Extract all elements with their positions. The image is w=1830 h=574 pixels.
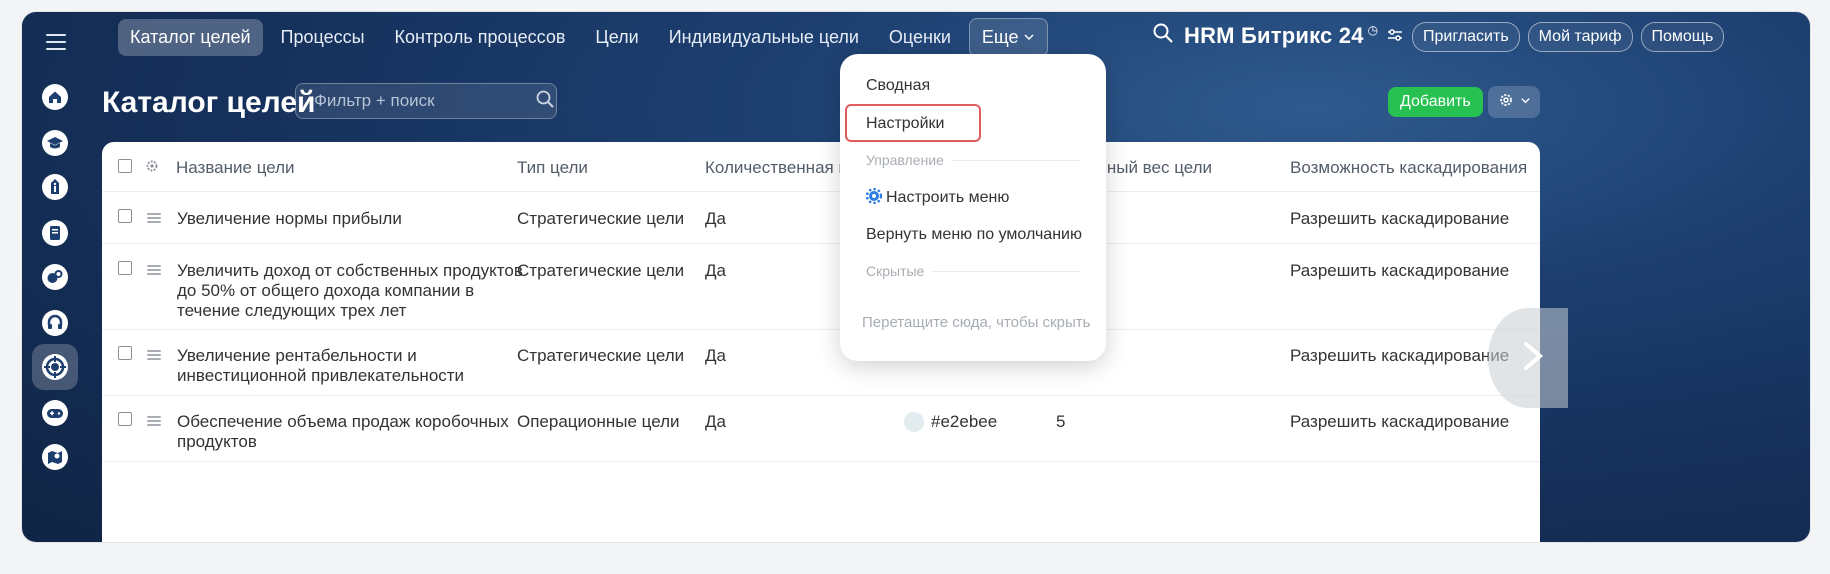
goal-quantitative: Да — [705, 346, 726, 365]
drag-handle-icon[interactable] — [147, 350, 161, 360]
sliders-icon[interactable] — [1386, 26, 1404, 49]
search-icon[interactable] — [1152, 22, 1174, 49]
tab-processes[interactable]: Процессы — [269, 19, 377, 56]
search-icon[interactable] — [535, 89, 555, 114]
top-actions: Пригласить Мой тариф Помощь — [1386, 22, 1725, 52]
goal-cascading: Разрешить каскадирование — [1290, 209, 1510, 228]
more-menu-label: Еще — [981, 26, 1019, 47]
row-checkbox[interactable] — [118, 261, 132, 275]
chevron-down-icon — [1023, 27, 1035, 48]
tab-goals[interactable]: Цели — [583, 19, 650, 56]
more-dropdown-menu: Сводная Настройки Управление Настроить м… — [840, 54, 1106, 361]
more-menu-button[interactable]: Еще — [968, 17, 1048, 57]
select-all-checkbox[interactable] — [118, 159, 132, 173]
goal-type: Стратегические цели — [517, 209, 685, 228]
drag-handle-icon[interactable] — [147, 265, 161, 275]
brand-logo[interactable]: HRM Битрикс 24 — [1184, 23, 1364, 49]
filter-search-box[interactable] — [295, 83, 557, 119]
menu-item-configure-menu[interactable]: Настроить меню — [865, 187, 1009, 207]
support-icon[interactable] — [32, 300, 78, 346]
goals-table: Название цели Тип цели Количественная це… — [102, 142, 1540, 542]
help-button[interactable]: Помощь — [1640, 22, 1725, 52]
row-checkbox[interactable] — [118, 209, 132, 223]
goal-cascading: Разрешить каскадирование — [1290, 261, 1510, 280]
filter-search-input[interactable] — [314, 91, 535, 111]
my-tariff-button[interactable]: Мой тариф — [1527, 22, 1633, 52]
add-button[interactable]: Добавить — [1388, 87, 1483, 117]
gear-icon — [865, 187, 886, 206]
goal-color: #e2ebee — [931, 412, 998, 431]
page-title: Каталог целей — [102, 86, 316, 119]
column-header-type[interactable]: Тип цели — [517, 158, 588, 178]
goals-icon[interactable] — [32, 344, 78, 390]
brand-area: HRM Битрикс 24 ◷ — [1152, 22, 1378, 49]
goal-cascading: Разрешить каскадирование — [1290, 346, 1510, 365]
chevron-right-icon — [1510, 341, 1546, 376]
menu-item-summary[interactable]: Сводная — [866, 77, 930, 95]
gear-icon — [1498, 92, 1514, 113]
tab-individual-goals[interactable]: Индивидуальные цели — [657, 19, 871, 56]
goal-quantitative: Да — [705, 261, 726, 280]
goal-quantitative: Да — [705, 412, 726, 431]
home-icon[interactable] — [32, 74, 78, 120]
goal-type: Стратегические цели — [517, 346, 685, 365]
goal-color-swatch — [904, 412, 924, 432]
section-hidden: Скрытые — [866, 263, 1080, 279]
clock-icon: ◷ — [1367, 22, 1379, 37]
settings-button[interactable] — [1488, 86, 1540, 118]
goal-name[interactable]: Увеличение нормы прибыли — [177, 209, 402, 229]
menu-burger-icon[interactable] — [36, 24, 76, 60]
menu-item-settings[interactable]: Настройки — [866, 115, 944, 133]
column-settings-gear-icon[interactable] — [145, 159, 159, 178]
drag-to-hide-zone[interactable]: Перетащите сюда, чтобы скрыть — [862, 314, 1090, 331]
gamepad-icon[interactable] — [32, 390, 78, 436]
goal-type: Операционные цели — [517, 412, 680, 431]
tab-process-control[interactable]: Контроль процессов — [383, 19, 578, 56]
column-header-name[interactable]: Название цели — [176, 158, 295, 178]
education-icon[interactable] — [32, 120, 78, 166]
goal-cascading: Разрешить каскадирование — [1290, 412, 1510, 431]
document-icon[interactable] — [32, 210, 78, 256]
info-icon[interactable] — [32, 164, 78, 210]
table-row[interactable]: Увеличить доход от собственных продуктов… — [102, 244, 1540, 330]
app-window: Каталог целей Процессы Контроль процессо… — [22, 12, 1810, 542]
goal-name[interactable]: Обеспечение объема продаж коробочных прод… — [177, 412, 509, 452]
map-icon[interactable] — [32, 434, 78, 480]
column-header-cascading[interactable]: Возможность каскадирования — [1290, 158, 1527, 178]
drag-handle-icon[interactable] — [147, 416, 161, 426]
table-row[interactable]: Увеличение нормы прибыли Стратегические … — [102, 192, 1540, 244]
table-row[interactable]: Обеспечение объема продаж коробочных прод… — [102, 396, 1540, 462]
chat-icon[interactable] — [32, 254, 78, 300]
section-manage: Управление — [866, 152, 1080, 168]
goal-type: Стратегические цели — [517, 261, 685, 280]
tab-goal-catalog[interactable]: Каталог целей — [118, 18, 263, 56]
left-rail — [22, 12, 92, 542]
tab-evaluations[interactable]: Оценки — [877, 19, 963, 56]
goal-weight: 5 — [1056, 412, 1066, 431]
scroll-right-button[interactable] — [1488, 308, 1568, 408]
chevron-down-icon — [1520, 93, 1531, 111]
goal-name[interactable]: Увеличить доход от собственных продуктов… — [177, 261, 523, 321]
row-checkbox[interactable] — [118, 412, 132, 426]
drag-handle-icon[interactable] — [147, 213, 161, 223]
table-row[interactable]: Увеличение рентабельности и инвестиционно… — [102, 330, 1540, 396]
row-checkbox[interactable] — [118, 346, 132, 360]
menu-item-reset-menu[interactable]: Вернуть меню по умолчанию — [866, 226, 1082, 244]
goal-name[interactable]: Увеличение рентабельности и инвестиционно… — [177, 346, 464, 386]
invite-button[interactable]: Пригласить — [1412, 22, 1520, 52]
column-header-weight[interactable]: ьный вес цели — [1098, 158, 1212, 178]
goal-quantitative: Да — [705, 209, 726, 228]
table-header: Название цели Тип цели Количественная це… — [102, 142, 1540, 192]
